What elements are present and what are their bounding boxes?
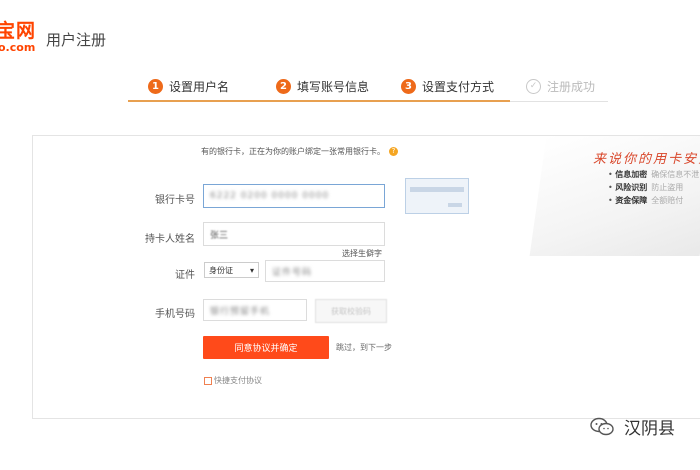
step-label: 设置支付方式: [422, 79, 495, 94]
card-preview-icon: [405, 178, 469, 214]
logo[interactable]: 宝网 o.com: [0, 16, 44, 56]
help-icon[interactable]: ?: [389, 147, 398, 156]
step-number-icon: 3: [401, 78, 416, 94]
step-progress-bar: [128, 100, 510, 102]
promo-title: 来说你的用卡安全: [593, 152, 700, 167]
step-set-username: 1 设置用户名: [148, 72, 229, 100]
step-label: 填写账号信息: [297, 79, 370, 94]
bank-card-label: 银行卡号: [155, 195, 195, 206]
step-progress: 1 设置用户名 2 填写账号信息 3 设置支付方式 ✓ 注册成功: [128, 72, 608, 102]
watermark: 汉阴县: [590, 414, 675, 439]
phone-input[interactable]: 银行预留手机: [203, 299, 307, 321]
bank-card-input[interactable]: 6222 0200 0000 0000: [203, 184, 385, 208]
form-tip: 有的银行卡，正在为你的账户绑定一张常用银行卡。?: [201, 146, 398, 157]
checkbox-icon[interactable]: [204, 376, 212, 385]
choose-rare-char-link[interactable]: 选择生僻字: [342, 248, 382, 259]
form-tip-text: 有的银行卡，正在为你的账户绑定一张常用银行卡。: [201, 147, 385, 156]
agreement-link[interactable]: 快捷支付协议: [204, 375, 262, 386]
step-number-icon: 2: [276, 78, 291, 94]
logo-domain: o.com: [0, 41, 36, 54]
phone-label: 手机号码: [155, 309, 195, 320]
promo-item: • 风险识别 防止盗用: [608, 183, 684, 192]
payment-form-panel: 来说你的用卡安全 • 信息加密确保信息不泄 • 风险识别防止盗用 • 资金保障全…: [32, 135, 700, 419]
promo-list: • 信息加密 确保信息不泄 • 风险识别 防止盗用 • 资金保障 全额赔付: [608, 168, 699, 207]
watermark-text: 汉阴县: [624, 419, 675, 439]
holder-name-label: 持卡人姓名: [145, 234, 195, 245]
agree-and-submit-button[interactable]: 同意协议并确定: [203, 336, 329, 359]
check-icon: ✓: [526, 78, 541, 94]
id-number-input[interactable]: 证件号码: [265, 260, 385, 282]
phone-placeholder: 银行预留手机: [210, 306, 271, 317]
skip-step-link[interactable]: 跳过，到下一步: [336, 342, 392, 353]
id-type-label: 证件: [175, 270, 195, 281]
bank-card-value: 6222 0200 0000 0000: [210, 191, 330, 201]
step-registration-success: ✓ 注册成功: [526, 72, 595, 100]
step-label: 注册成功: [547, 79, 596, 94]
page-title: 用户注册: [46, 31, 107, 49]
id-type-select[interactable]: 身份证 ▾: [204, 262, 259, 278]
step-number-icon: 1: [148, 78, 163, 94]
logo-text: 宝网: [0, 20, 37, 42]
id-number-placeholder: 证件号码: [272, 267, 313, 278]
holder-name-input[interactable]: 张三: [203, 222, 385, 246]
step-account-info: 2 填写账号信息: [276, 72, 369, 100]
wechat-icon: [590, 417, 614, 435]
step-payment-method: 3 设置支付方式: [401, 72, 494, 100]
step-progress-track: [510, 101, 608, 102]
get-verification-code-button[interactable]: 获取校验码: [315, 299, 387, 323]
promo-item: • 信息加密 确保信息不泄: [608, 170, 700, 179]
dropdown-arrow-icon: ▾: [249, 265, 254, 275]
holder-name-value: 张三: [210, 230, 229, 241]
promo-item: • 资金保障 全额赔付: [608, 196, 684, 205]
step-label: 设置用户名: [169, 79, 230, 94]
